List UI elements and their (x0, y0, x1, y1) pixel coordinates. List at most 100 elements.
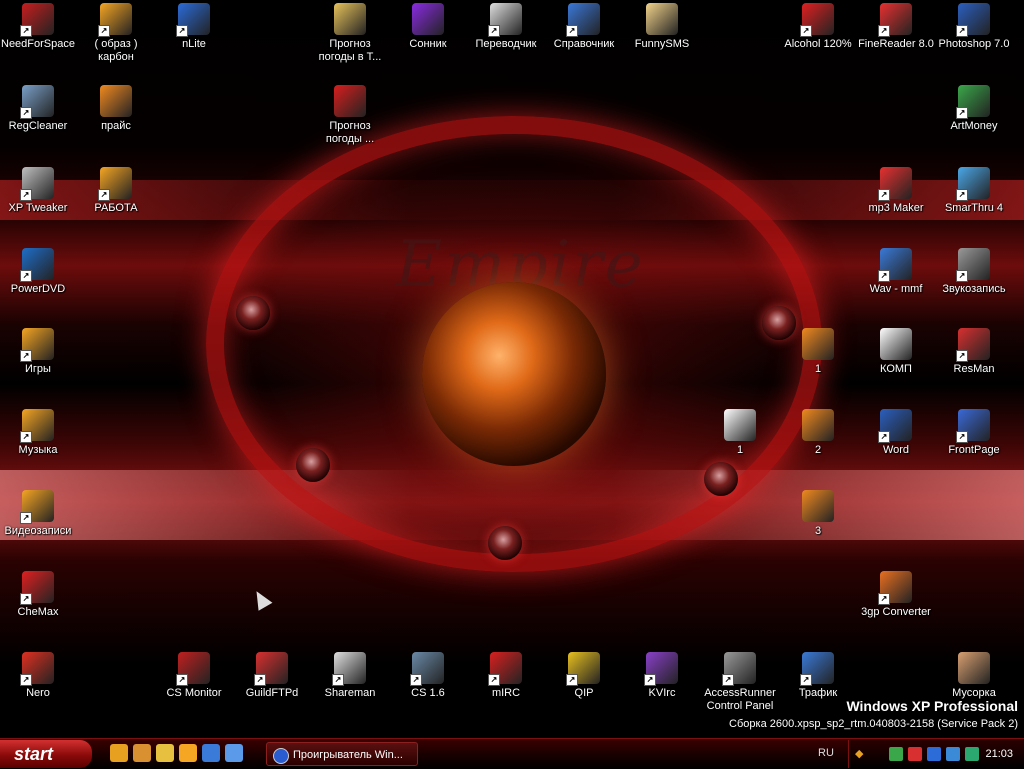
desktop-icon[interactable]: ↗ mp3 Maker (858, 167, 934, 215)
desktop-icon[interactable]: прайс (78, 85, 154, 133)
desktop-icon[interactable]: 3 (780, 490, 856, 538)
shortcut-arrow-icon: ↗ (878, 189, 890, 201)
desktop-icon[interactable]: ↗ NeedForSpace (0, 3, 76, 51)
desktop-icon-label: прайс (101, 120, 131, 132)
desktop-icon[interactable]: ↗ PowerDVD (0, 248, 76, 296)
desktop-icon[interactable]: ↗ FineReader 8.0 (858, 3, 934, 51)
shortcut-arrow-icon: ↗ (98, 189, 110, 201)
desktop-icon[interactable]: ↗ 3gp Converter (858, 571, 934, 619)
start-button[interactable]: start (0, 740, 92, 768)
desktop-icon-label: mp3 Maker (868, 202, 924, 214)
tray-expand-icon[interactable]: ◆ (855, 747, 863, 760)
desktop-icon[interactable]: ↗ SmarThru 4 (936, 167, 1012, 215)
desktop-icon[interactable]: ↗ AccessRunner Control Panel (702, 652, 778, 713)
desktop-icon[interactable]: ↗ Photoshop 7.0 (936, 3, 1012, 51)
shortcut-arrow-icon: ↗ (20, 350, 32, 362)
desktop-icon[interactable]: ↗ mIRC (468, 652, 544, 700)
desktop-icon[interactable]: КОМП (858, 328, 934, 376)
desktop-icon[interactable]: ↗ ResMan (936, 328, 1012, 376)
desktop-icon[interactable]: ↗ Видеозаписи (0, 490, 76, 538)
wallpaper-orb (422, 282, 606, 466)
network-tray-icon[interactable] (889, 747, 903, 761)
desktop-icon-label: Сонник (409, 38, 447, 50)
desktop-icon-label: Трафик (798, 687, 838, 699)
desktop-icon[interactable]: Прогноз погоды в Т... (312, 3, 388, 64)
desktop-icon-label: 1 (814, 363, 822, 375)
desktop-icon[interactable]: ↗ KVIrc (624, 652, 700, 700)
bird-icon[interactable] (179, 744, 197, 762)
shortcut-arrow-icon: ↗ (488, 25, 500, 37)
taskbar: start Проигрыватель Win... RU ◆ 21:03 (0, 738, 1024, 769)
browser-icon[interactable] (202, 744, 220, 762)
red-x-icon: ↗ (20, 571, 54, 605)
desktop-icon[interactable]: ↗ QIP (546, 652, 622, 700)
document-icon (802, 328, 834, 360)
desktop-icon[interactable]: ↗ Трафик (780, 652, 856, 700)
clock[interactable]: 21:03 (985, 748, 1013, 760)
shortcut-arrow-icon: ↗ (956, 270, 968, 282)
desktop-icon[interactable]: ↗ Игры (0, 328, 76, 376)
desktop-icon[interactable]: Сонник (390, 3, 466, 51)
desktop-icon[interactable]: 1 (702, 409, 778, 457)
desktop-icon[interactable]: ↗( образ ) карбон (78, 3, 154, 64)
desktop-icon[interactable]: ↗ Wav - mmf (858, 248, 934, 296)
desktop-icon-label: Звукозапись (942, 283, 1006, 295)
desktop-icon-label: Музыка (18, 444, 58, 456)
help-tray-icon[interactable] (927, 747, 941, 761)
desktop-icon[interactable]: ↗ Переводчик (468, 3, 544, 51)
network-icon: ↗ (800, 652, 834, 686)
wallpaper-eye (704, 462, 738, 496)
desktop-icon-label: CS 1.6 (411, 687, 445, 699)
firefox-icon[interactable] (110, 744, 128, 762)
desktop-icon-label: 1 (736, 444, 744, 456)
os-build: Сборка 2600.xpsp_sp2_rtm.040803-2158 (Se… (729, 718, 1018, 730)
desktop-icon-label: Прогноз погоды в Т... (318, 38, 382, 63)
disc-icon[interactable] (156, 744, 174, 762)
desktop-icon[interactable]: ↗ ArtMoney (936, 85, 1012, 133)
desktop-icon[interactable]: ↗ nLite (156, 3, 232, 51)
shortcut-arrow-icon: ↗ (20, 107, 32, 119)
shortcut-arrow-icon: ↗ (956, 107, 968, 119)
shortcut-arrow-icon: ↗ (878, 431, 890, 443)
desktop-icon[interactable]: ↗ Справочник (546, 3, 622, 51)
desktop-icon[interactable]: ↗ Shareman (312, 652, 388, 700)
desktop-icon-label: Wav - mmf (869, 283, 923, 295)
desktop-icon[interactable]: ↗ CheMax (0, 571, 76, 619)
shield-tray-icon[interactable] (965, 747, 979, 761)
security-tray-icon[interactable] (908, 747, 922, 761)
desktop-icon[interactable]: FunnySMS (624, 3, 700, 51)
language-indicator[interactable]: RU (818, 747, 834, 759)
money-icon: ↗ (956, 85, 990, 119)
desktop-icon[interactable]: ↗ Word (858, 409, 934, 457)
desktop-icon[interactable]: ↗ CS 1.6 (390, 652, 466, 700)
opera-document-icon (334, 85, 366, 117)
desktop-icon[interactable]: ↗ FrontPage (936, 409, 1012, 457)
desktop-icon[interactable]: ↗ Nero (0, 652, 76, 700)
desktop-icon[interactable]: Мусорка (936, 652, 1012, 700)
desktop-icon[interactable]: ↗ Музыка (0, 409, 76, 457)
desktop-icon-label: РАБОТА (94, 202, 138, 214)
user-icon[interactable] (133, 744, 151, 762)
volume-tray-icon[interactable] (946, 747, 960, 761)
desktop-icon-label: AccessRunner Control Panel (704, 687, 776, 712)
desktop[interactable]: Empire ↗ NeedForSpace ↗( образ ) карбон ↗ nL… (0, 0, 1024, 738)
desktop-icon-label: FrontPage (948, 444, 1000, 456)
wallpaper-eye (236, 296, 270, 330)
taskbar-button-media-player[interactable]: Проигрыватель Win... (266, 742, 418, 766)
desktop-icon-label: Alcohol 120% (784, 38, 852, 50)
mp3-maker-icon: ↗ (878, 167, 912, 201)
desktop-icon[interactable]: Прогноз погоды ... (312, 85, 388, 146)
desktop-icon[interactable]: ↗ Звукозапись (936, 248, 1012, 296)
desktop-icon-label: nLite (182, 38, 206, 50)
desktop-icon[interactable]: 2 (780, 409, 856, 457)
desktop-icon[interactable]: ↗ XP Tweaker (0, 167, 76, 215)
qip-icon: ↗ (566, 652, 600, 686)
music-icon: ↗ (20, 409, 54, 443)
window-icon[interactable] (225, 744, 243, 762)
desktop-icon[interactable]: ↗ RegCleaner (0, 85, 76, 133)
desktop-icon[interactable]: ↗ CS Monitor (156, 652, 232, 700)
desktop-icon[interactable]: ↗ Alcohol 120% (780, 3, 856, 51)
desktop-icon[interactable]: 1 (780, 328, 856, 376)
desktop-icon[interactable]: ↗ GuildFTPd (234, 652, 310, 700)
desktop-icon[interactable]: ↗ РАБОТА (78, 167, 154, 215)
